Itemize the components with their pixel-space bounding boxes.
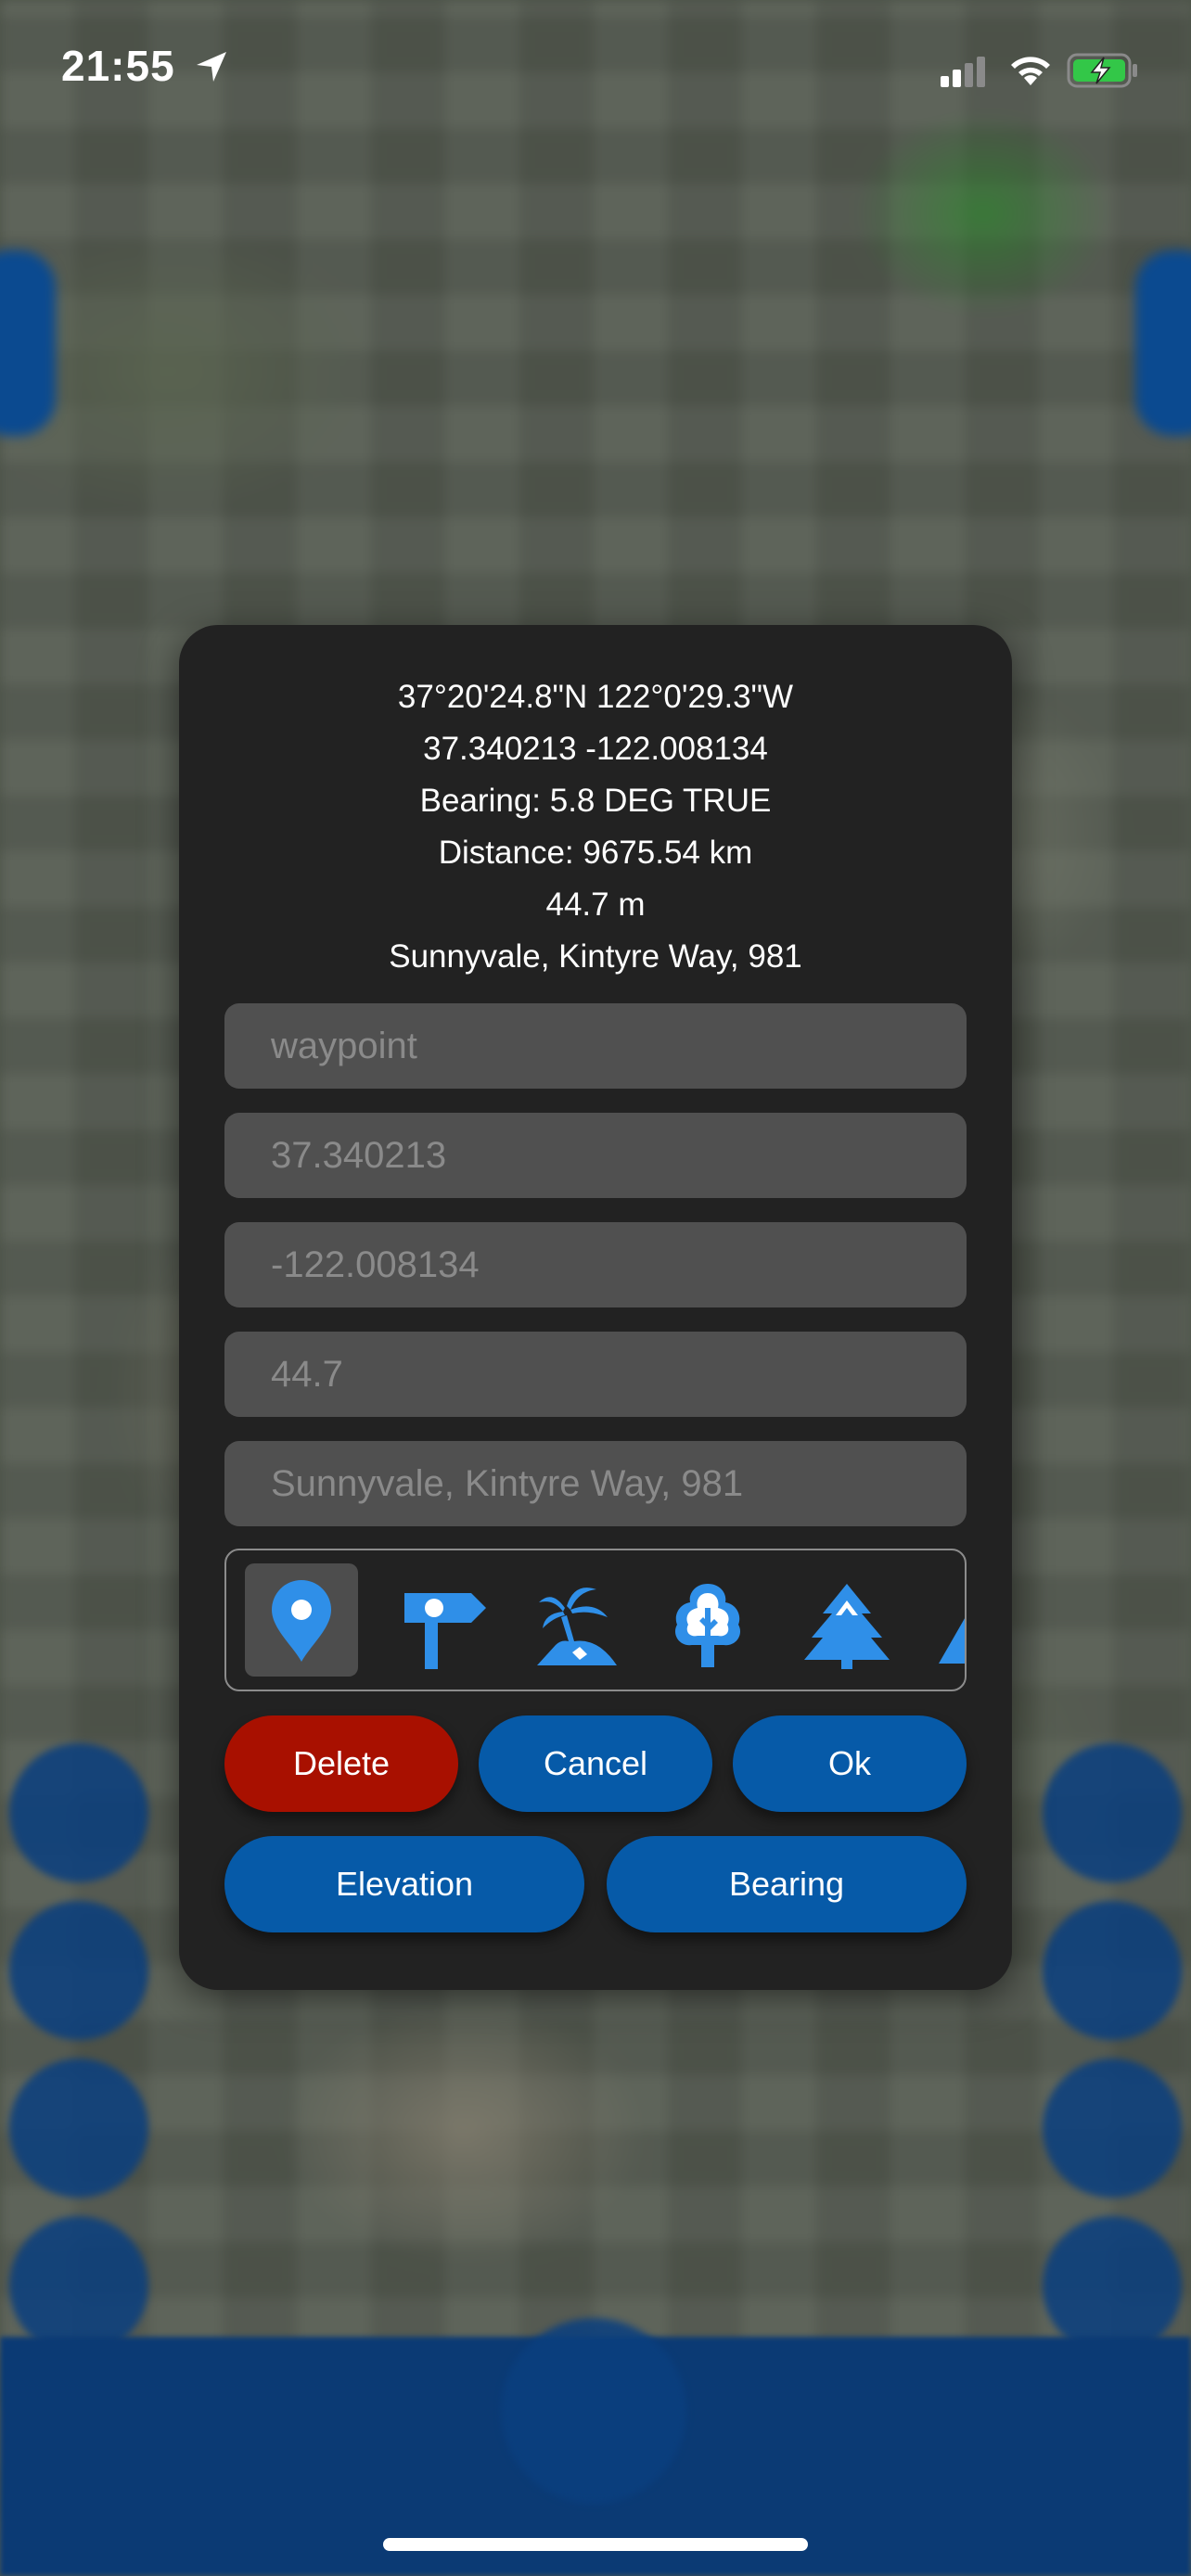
delete-button[interactable]: Delete (224, 1715, 458, 1812)
waypoint-info: 37°20'24.8"N 122°0'29.3"W 37.340213 -122… (179, 671, 1012, 983)
map-pin-icon (272, 1580, 331, 1662)
status-time: 21:55 (61, 42, 175, 90)
signpost-icon (404, 1593, 486, 1669)
map-side-control-right (1135, 250, 1191, 436)
bearing-text: Bearing: 5.8 DEG TRUE (419, 783, 772, 819)
battery-charging-icon (1067, 53, 1137, 88)
elevation-text: 44.7 m (545, 886, 646, 923)
palm-island-icon (537, 1588, 617, 1665)
icon-option-map-pin[interactable] (245, 1563, 358, 1677)
deciduous-tree-icon (674, 1584, 741, 1667)
icon-option-pine-tree[interactable] (783, 1563, 896, 1677)
wifi-icon (1011, 57, 1050, 85)
address-input[interactable]: Sunnyvale, Kintyre Way, 981 (224, 1441, 967, 1526)
map-side-control-left (0, 250, 56, 436)
address-text: Sunnyvale, Kintyre Way, 981 (389, 938, 802, 975)
cancel-button[interactable]: Cancel (479, 1715, 712, 1812)
icon-option-deciduous-tree[interactable] (648, 1563, 762, 1677)
map-center-button (501, 2318, 686, 2504)
coordinates-decimal: 37.340213 -122.008134 (423, 731, 768, 767)
mountain-icon (939, 1618, 965, 1664)
map-tool-button (9, 1901, 148, 2040)
waypoint-dialog: 37°20'24.8"N 122°0'29.3"W 37.340213 -122… (179, 625, 1012, 1990)
location-arrow-icon (197, 52, 226, 82)
map-tool-button (1043, 2216, 1182, 2355)
icon-option-mountain[interactable] (917, 1563, 965, 1677)
coordinates-dms: 37°20'24.8"N 122°0'29.3"W (397, 679, 794, 715)
icon-picker[interactable] (224, 1549, 967, 1691)
map-tool-button (9, 2216, 148, 2355)
latitude-input[interactable]: 37.340213 (224, 1113, 967, 1198)
map-tool-button (9, 2059, 148, 2198)
status-bar: 21:55 (0, 0, 1191, 139)
map-tool-button (1043, 2059, 1182, 2198)
ok-button[interactable]: Ok (733, 1715, 967, 1812)
map-tool-button (1043, 1743, 1182, 1882)
elevation-input[interactable]: 44.7 (224, 1332, 967, 1417)
map-tool-button (9, 1743, 148, 1882)
icon-option-signpost[interactable] (379, 1563, 493, 1677)
waypoint-name-input[interactable]: waypoint (224, 1003, 967, 1089)
home-indicator[interactable] (383, 2538, 808, 2551)
distance-text: Distance: 9675.54 km (438, 835, 753, 871)
map-tool-button (1043, 1901, 1182, 2040)
longitude-input[interactable]: -122.008134 (224, 1222, 967, 1307)
elevation-button[interactable]: Elevation (224, 1836, 584, 1932)
pine-tree-icon (804, 1584, 890, 1669)
bearing-button[interactable]: Bearing (607, 1836, 967, 1932)
icon-option-palm-island[interactable] (514, 1563, 627, 1677)
cellular-signal-icon (941, 57, 985, 87)
